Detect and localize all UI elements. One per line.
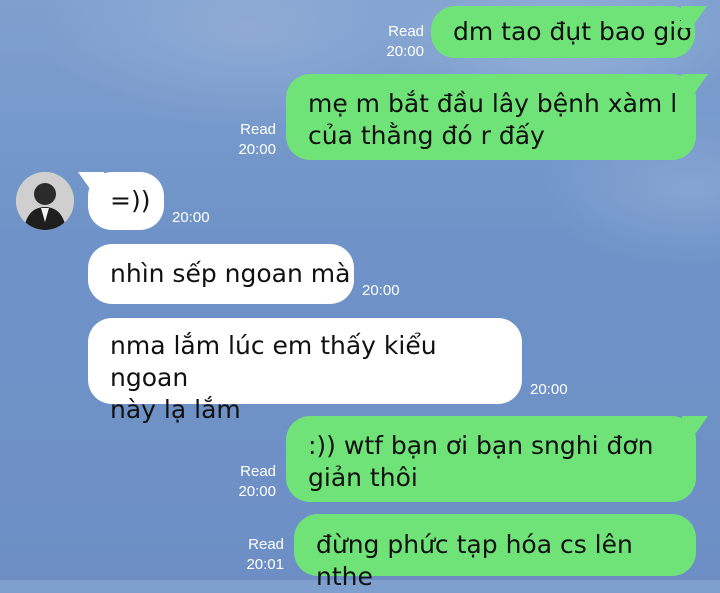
message-text-line: mẹ m bắt đầu lây bệnh xàm l: [308, 89, 678, 118]
message-time: 20:01: [246, 556, 284, 573]
message-time: 20:00: [238, 483, 276, 500]
contact-avatar[interactable]: [16, 172, 74, 230]
message-text-line: của thằng đó r đấy: [308, 121, 545, 150]
outgoing-message[interactable]: dm tao đụt bao giờ: [431, 6, 695, 58]
message-text-line: giản thôi: [308, 463, 418, 492]
incoming-message[interactable]: =)): [88, 172, 164, 230]
message-text-line: nma lắm lúc em thấy kiểu ngoan: [110, 331, 437, 392]
message-time: 20:00: [386, 43, 424, 60]
read-receipt: Read 20:00: [232, 120, 276, 160]
read-label: Read: [388, 23, 424, 40]
read-label: Read: [240, 121, 276, 138]
message-text: =)): [110, 186, 151, 215]
outgoing-message[interactable]: :)) wtf bạn ơi bạn snghi đơn giản thôi: [286, 416, 696, 502]
read-label: Read: [248, 536, 284, 553]
chat-thread: Read 20:00 dm tao đụt bao giờ Read 20:00…: [0, 0, 720, 591]
person-avatar-icon: [16, 172, 74, 230]
message-time: 20:00: [530, 381, 568, 398]
message-time: 20:00: [238, 141, 276, 158]
message-time: 20:00: [172, 209, 210, 226]
read-label: Read: [240, 463, 276, 480]
read-receipt: Read 20:01: [240, 535, 284, 575]
incoming-message[interactable]: nhìn sếp ngoan mà: [88, 244, 354, 304]
incoming-message[interactable]: nma lắm lúc em thấy kiểu ngoan này lạ lắ…: [88, 318, 522, 424]
outgoing-message[interactable]: đừng phức tạp hóa cs lên nthe: [294, 514, 696, 591]
message-text: dm tao đụt bao giờ: [453, 17, 692, 46]
message-text: đừng phức tạp hóa cs lên nthe: [316, 530, 633, 591]
message-text-line: :)) wtf bạn ơi bạn snghi đơn: [308, 431, 654, 460]
read-receipt: Read 20:00: [232, 462, 276, 502]
outgoing-message[interactable]: mẹ m bắt đầu lây bệnh xàm l của thằng đó…: [286, 74, 696, 160]
message-time: 20:00: [362, 282, 400, 299]
read-receipt: Read 20:00: [380, 22, 424, 62]
message-text: nhìn sếp ngoan mà: [110, 259, 351, 288]
